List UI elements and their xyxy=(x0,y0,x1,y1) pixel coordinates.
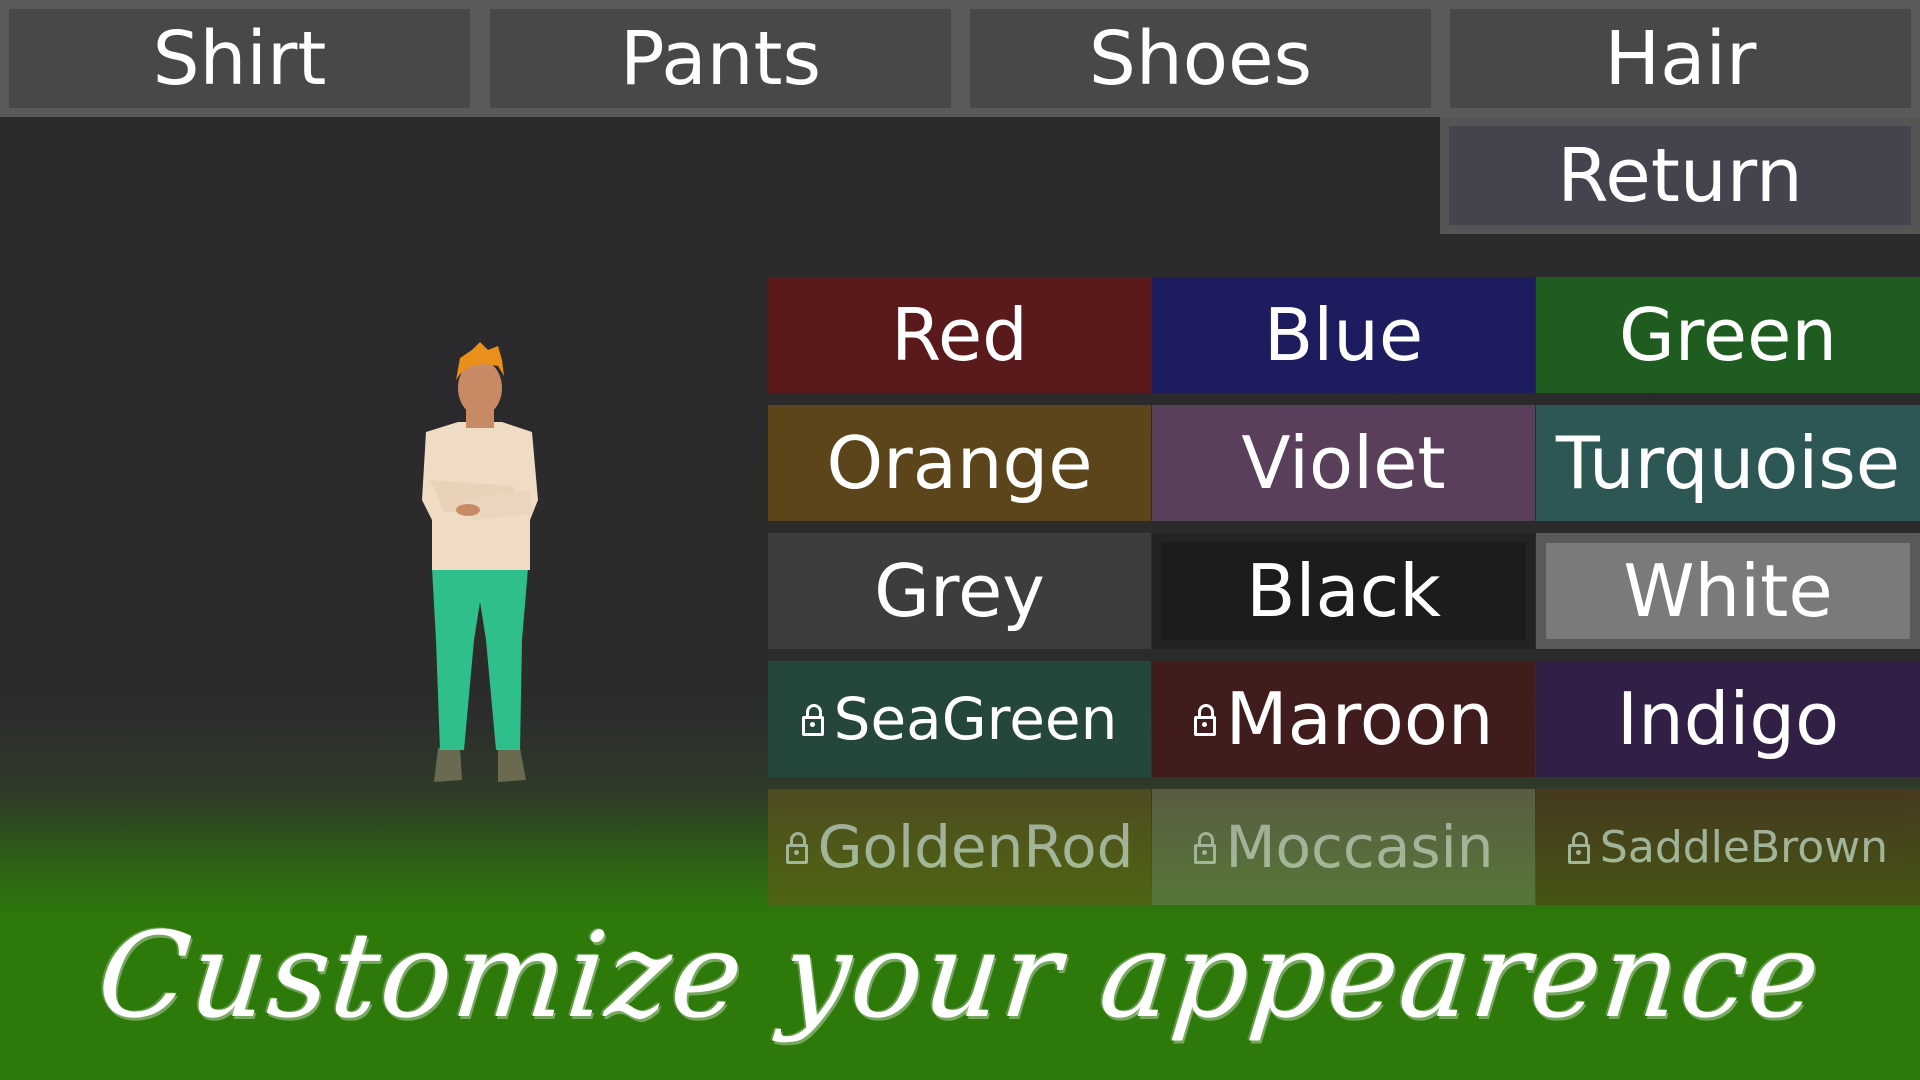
lock-icon xyxy=(1567,832,1590,864)
return-label: Return xyxy=(1557,132,1803,219)
character-preview[interactable] xyxy=(400,340,560,790)
color-swatch-seagreen[interactable]: SeaGreen xyxy=(768,661,1151,777)
tab-pants-label: Pants xyxy=(619,15,822,102)
tab-shirt-label: Shirt xyxy=(152,15,327,102)
color-swatch-label: Indigo xyxy=(1616,677,1840,761)
banner-text: Customize your appearence xyxy=(91,906,1829,1044)
color-swatch-blue[interactable]: Blue xyxy=(1152,277,1535,393)
color-swatch-maroon[interactable]: Maroon xyxy=(1152,661,1535,777)
color-swatch-indigo[interactable]: Indigo xyxy=(1536,661,1920,777)
tab-shirt[interactable]: Shirt xyxy=(9,9,470,108)
lock-icon xyxy=(1193,704,1216,736)
color-swatch-label: White xyxy=(1623,549,1833,633)
return-button[interactable]: Return xyxy=(1449,126,1911,225)
tab-shoes[interactable]: Shoes xyxy=(970,9,1431,108)
lock-icon xyxy=(801,704,824,736)
color-swatch-label: Red xyxy=(891,293,1028,377)
tab-shoes-label: Shoes xyxy=(1088,15,1313,102)
color-swatch-red[interactable]: Red xyxy=(768,277,1151,393)
character-shoe-left xyxy=(434,748,462,782)
color-swatch-white[interactable]: White xyxy=(1536,533,1920,649)
color-swatch-goldenrod[interactable]: GoldenRod xyxy=(768,789,1151,905)
color-swatch-turquoise[interactable]: Turquoise xyxy=(1536,405,1920,521)
character-shoe-right xyxy=(498,748,526,782)
color-swatch-label: Orange xyxy=(826,421,1093,505)
color-swatch-label: Green xyxy=(1618,293,1838,377)
color-swatch-label: SaddleBrown xyxy=(1599,821,1889,873)
lock-icon xyxy=(1193,832,1216,864)
tab-hair[interactable]: Hair xyxy=(1450,9,1911,108)
color-swatch-moccasin[interactable]: Moccasin xyxy=(1152,789,1535,905)
color-swatch-label: Black xyxy=(1246,549,1441,633)
color-swatch-label: Blue xyxy=(1263,293,1424,377)
color-swatch-saddlebrown[interactable]: SaddleBrown xyxy=(1536,789,1920,905)
color-swatch-green[interactable]: Green xyxy=(1536,277,1920,393)
color-swatch-orange[interactable]: Orange xyxy=(768,405,1151,521)
banner: Customize your appearence xyxy=(0,900,1920,1050)
color-swatch-label: Grey xyxy=(874,549,1045,633)
tab-pants[interactable]: Pants xyxy=(490,9,951,108)
tab-hair-label: Hair xyxy=(1604,15,1757,102)
character-hand xyxy=(456,504,480,516)
color-swatch-black[interactable]: Black xyxy=(1152,533,1535,649)
lock-icon xyxy=(785,832,808,864)
color-swatch-label: SeaGreen xyxy=(833,685,1118,753)
color-swatch-label: Turquoise xyxy=(1555,421,1901,505)
color-swatch-label: GoldenRod xyxy=(817,813,1134,881)
character-pants xyxy=(432,568,528,750)
color-swatch-grey[interactable]: Grey xyxy=(768,533,1151,649)
color-swatch-violet[interactable]: Violet xyxy=(1152,405,1535,521)
color-swatch-label: Maroon xyxy=(1225,677,1494,761)
color-swatch-label: Moccasin xyxy=(1225,813,1494,881)
color-swatch-label: Violet xyxy=(1241,421,1446,505)
